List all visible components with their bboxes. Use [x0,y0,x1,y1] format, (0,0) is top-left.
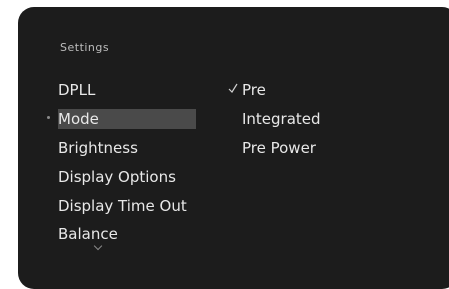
menu-item-mode[interactable]: Mode [58,109,196,129]
menu-item-brightness[interactable]: Brightness [58,138,196,158]
settings-screen: Settings DPLL Mode Brightness Display Op… [18,7,449,289]
menu-item-display-time-out[interactable]: Display Time Out [58,196,196,216]
menu-item-balance[interactable]: Balance [58,224,196,244]
checkmark-icon [228,83,238,93]
option-pre-power[interactable]: Pre Power [242,138,316,158]
option-pre[interactable]: Pre [242,80,266,100]
page-title: Settings [60,41,110,54]
menu-item-display-options[interactable]: Display Options [58,167,196,187]
option-integrated[interactable]: Integrated [242,109,321,129]
selection-marker-icon [47,116,50,119]
menu-item-dpll[interactable]: DPLL [58,80,196,100]
